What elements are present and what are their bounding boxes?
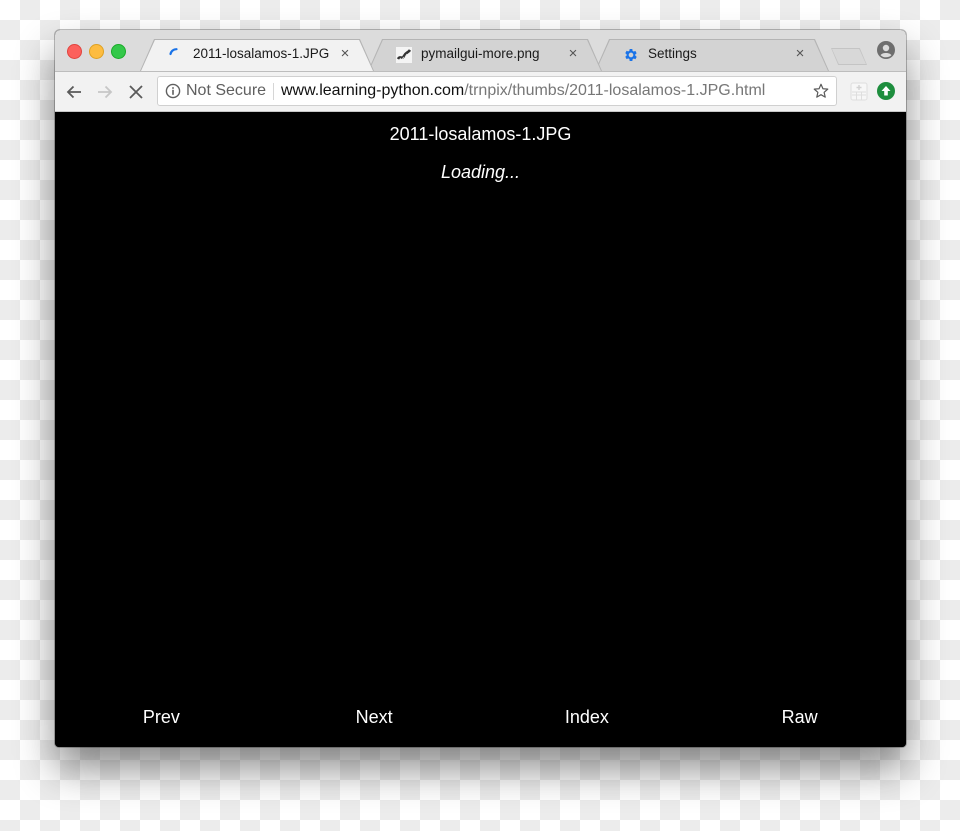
maximize-window-button[interactable] [111,44,126,59]
url-host: www.learning-python.com [281,82,465,99]
next-link[interactable]: Next [268,707,481,731]
info-icon[interactable] [165,83,181,99]
prev-link[interactable]: Prev [55,707,268,731]
loading-spinner-icon [168,47,184,63]
gear-icon [623,47,639,63]
snake-image-icon [396,47,412,63]
tab-losalamos[interactable]: 2011-losalamos-1.JPG × [140,39,374,71]
title-bar: Settings × pymailgui-more.png × 2011-los… [55,30,906,71]
index-link[interactable]: Index [481,707,694,731]
raw-link[interactable]: Raw [693,707,906,731]
tab-close-button[interactable]: × [566,45,580,63]
tab-close-button[interactable]: × [793,45,807,63]
tab-title: pymailgui-more.png [421,46,540,61]
update-available-icon[interactable] [876,81,896,101]
page-title: 2011-losalamos-1.JPG [389,124,572,144]
image-navigation: Prev Next Index Raw [55,707,906,731]
omnibox-divider [273,83,274,100]
minimize-window-button[interactable] [89,44,104,59]
tab-pymailgui[interactable]: pymailgui-more.png × [368,39,602,71]
url-text[interactable]: www.learning-python.com/trnpix/thumbs/20… [281,82,765,100]
browser-toolbar: Not Secure www.learning-python.com/trnpi… [55,71,906,112]
security-status[interactable]: Not Secure [186,82,266,100]
stop-loading-icon[interactable] [126,82,146,102]
extension-sheet-icon[interactable] [850,81,868,101]
browser-window: Settings × pymailgui-more.png × 2011-los… [55,30,906,747]
loading-status: Loading... [440,162,521,182]
tab-settings[interactable]: Settings × [595,39,829,71]
new-tab-button[interactable] [831,48,867,65]
tab-title: Settings [648,46,697,61]
profile-avatar-icon[interactable] [877,41,895,59]
page-content: 2011-losalamos-1.JPG Loading... Prev Nex… [55,112,906,747]
tab-close-button[interactable]: × [338,45,352,63]
forward-arrow-icon[interactable] [95,82,115,102]
url-path: /trnpix/thumbs/2011-losalamos-1.JPG.html [464,82,766,99]
close-window-button[interactable] [67,44,82,59]
address-bar[interactable]: Not Secure www.learning-python.com/trnpi… [157,76,837,106]
back-arrow-icon[interactable] [64,82,84,102]
tab-title: 2011-losalamos-1.JPG [193,46,330,61]
bookmark-star-icon[interactable] [812,82,830,100]
